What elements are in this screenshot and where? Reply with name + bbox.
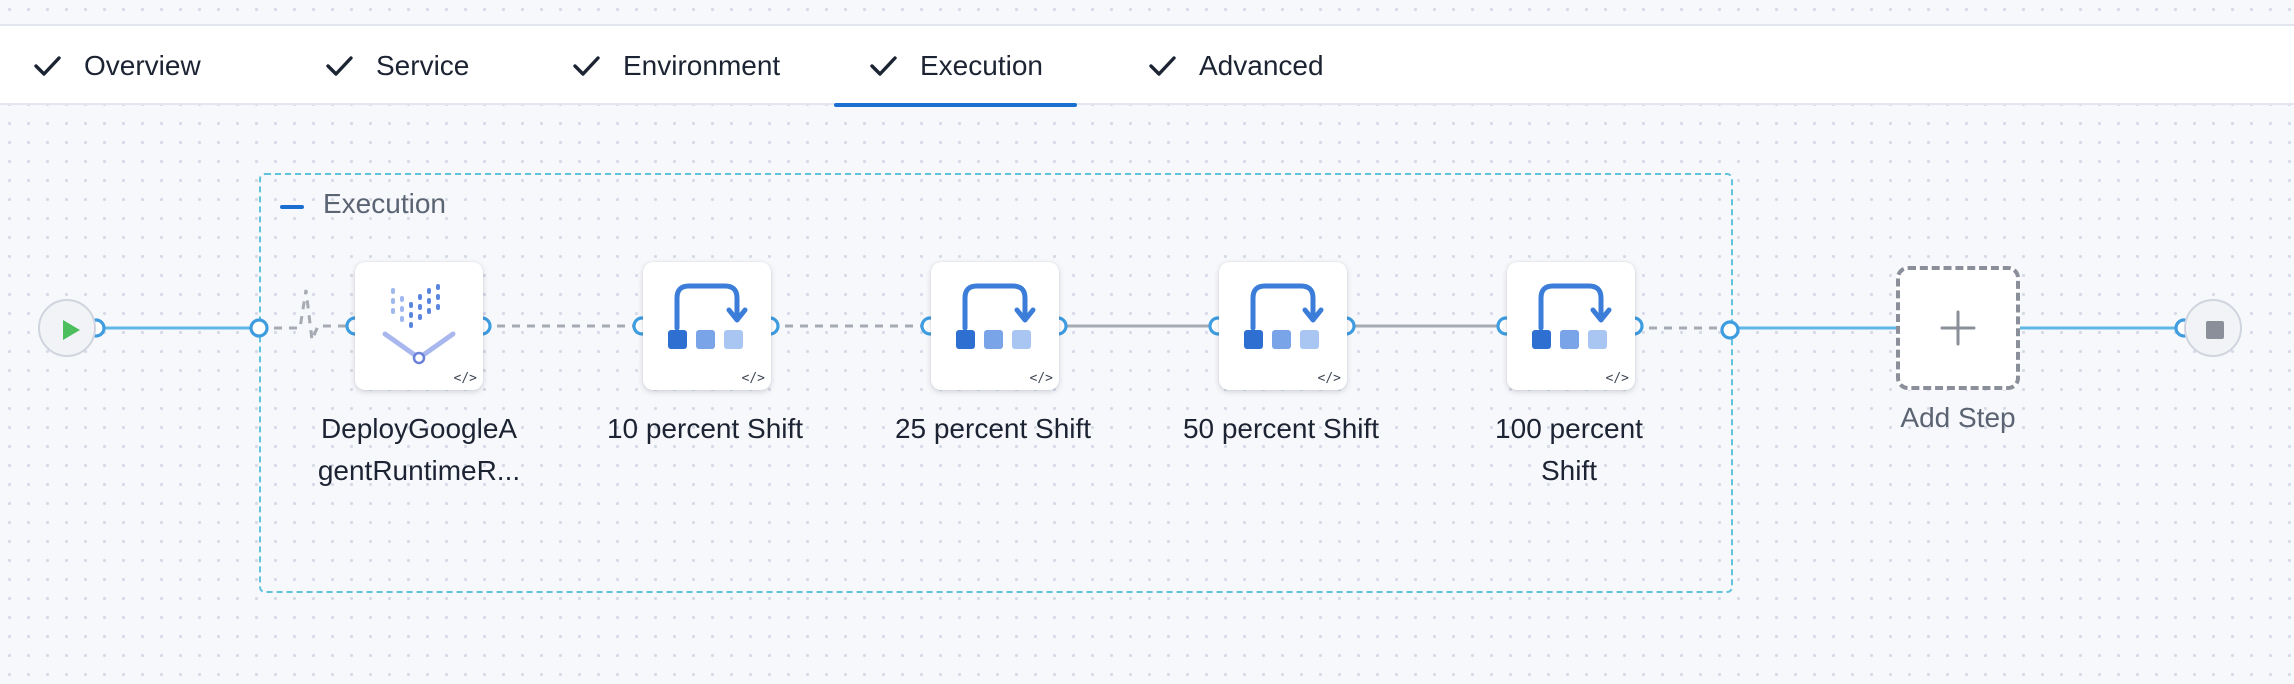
code-icon: </> bbox=[1605, 371, 1629, 386]
step-label-line: 100 percent bbox=[1495, 413, 1643, 444]
step-50-percent-shift[interactable]: </> bbox=[1219, 262, 1347, 390]
wire-entry bbox=[259, 289, 355, 346]
code-icon: </> bbox=[741, 371, 765, 386]
step-label: DeployGoogleA gentRuntimeR... bbox=[304, 408, 534, 492]
plus-icon bbox=[1940, 310, 1976, 346]
port bbox=[1720, 320, 1740, 340]
step-label-line: 25 percent Shift bbox=[894, 413, 1092, 444]
step-label: 25 percent Shift bbox=[878, 408, 1108, 450]
step-label: 100 percent Shift bbox=[1454, 408, 1684, 492]
stop-icon bbox=[2206, 321, 2224, 339]
step-100-percent-shift[interactable]: </> bbox=[1507, 262, 1635, 390]
step-25-percent-shift[interactable]: </> bbox=[931, 262, 1059, 390]
step-10-percent-shift[interactable]: </> bbox=[643, 262, 771, 390]
step-label-line: DeployGoogleA bbox=[320, 413, 518, 444]
port bbox=[249, 318, 269, 338]
code-icon: </> bbox=[453, 371, 477, 386]
pipeline-end-node bbox=[2184, 299, 2242, 357]
step-label-line: Shift bbox=[1540, 455, 1598, 486]
pipeline-start-node bbox=[38, 299, 96, 357]
step-label-line: gentRuntimeR... bbox=[317, 455, 521, 486]
add-step-button[interactable] bbox=[1896, 266, 2020, 390]
code-icon: </> bbox=[1029, 371, 1053, 386]
step-label: 50 percent Shift bbox=[1166, 408, 1396, 450]
step-label-line: 10 percent Shift bbox=[606, 413, 804, 444]
step-label-line: 50 percent Shift bbox=[1182, 413, 1380, 444]
code-icon: </> bbox=[1317, 371, 1341, 386]
add-step-label: Add Step bbox=[1900, 402, 2016, 433]
play-icon bbox=[63, 320, 80, 340]
step-label: 10 percent Shift bbox=[590, 408, 820, 450]
step-deploy-google-agent-runtime[interactable]: </> bbox=[355, 262, 483, 390]
